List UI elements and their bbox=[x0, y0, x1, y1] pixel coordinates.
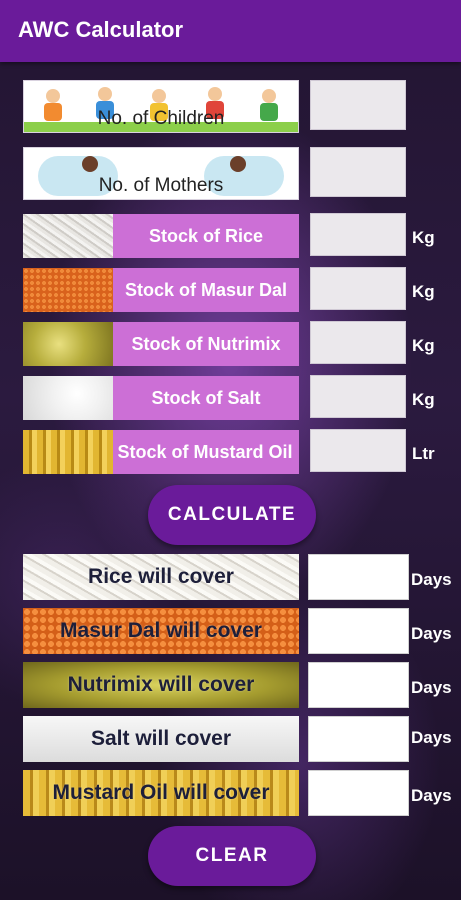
salt-result-label: Salt will cover bbox=[90, 727, 232, 750]
salt-stock-label: Stock of Salt bbox=[151, 387, 261, 408]
oil-stock-unit: Ltr bbox=[412, 444, 435, 463]
oil-stock-card: Stock of Mustard Oil bbox=[23, 430, 299, 474]
salt-result-unit: Days bbox=[411, 728, 452, 747]
mothers-label-card: No. of Mothers bbox=[23, 147, 299, 200]
rice-result-card: Rice will cover bbox=[23, 554, 299, 600]
dal-result-unit: Days bbox=[411, 624, 452, 643]
dal-result-card: Masur Dal will cover bbox=[23, 608, 299, 654]
dal-result-label: Masur Dal will cover bbox=[60, 619, 262, 642]
dal-stock-card: Stock of Masur Dal bbox=[23, 268, 299, 312]
nutrimix-stock-card: Stock of Nutrimix bbox=[23, 322, 299, 366]
rice-image bbox=[23, 214, 113, 258]
rice-result-unit: Days bbox=[411, 570, 452, 589]
rice-stock-unit: Kg bbox=[412, 228, 435, 247]
oil-stock-label: Stock of Mustard Oil bbox=[117, 441, 293, 462]
salt-stock-card: Stock of Salt bbox=[23, 376, 299, 420]
dal-stock-unit: Kg bbox=[412, 282, 435, 301]
oil-result-field bbox=[308, 770, 409, 816]
oil-stock-input[interactable] bbox=[310, 429, 406, 472]
oil-result-card: Mustard Oil will cover bbox=[23, 770, 299, 816]
oil-result-label: Mustard Oil will cover bbox=[52, 781, 270, 804]
children-label-card: No. of Children bbox=[23, 80, 299, 133]
salt-stock-unit: Kg bbox=[412, 390, 435, 409]
rice-result-field bbox=[308, 554, 409, 600]
children-input[interactable] bbox=[310, 80, 406, 130]
oil-result-unit: Days bbox=[411, 786, 452, 805]
nutrimix-result-field bbox=[308, 662, 409, 708]
rice-stock-input[interactable] bbox=[310, 213, 406, 256]
salt-result-field bbox=[308, 716, 409, 762]
dal-stock-input[interactable] bbox=[310, 267, 406, 310]
nutrimix-image bbox=[23, 322, 113, 366]
calculate-button[interactable]: CALCULATE bbox=[148, 485, 316, 545]
nutrimix-stock-input[interactable] bbox=[310, 321, 406, 364]
nutrimix-result-label: Nutrimix will cover bbox=[67, 673, 255, 696]
mothers-label: No. of Mothers bbox=[98, 175, 224, 196]
mothers-input[interactable] bbox=[310, 147, 406, 197]
mustard-oil-image bbox=[23, 430, 113, 474]
salt-stock-input[interactable] bbox=[310, 375, 406, 418]
app-title: AWC Calculator bbox=[18, 17, 184, 42]
app-bar: AWC Calculator bbox=[0, 0, 461, 62]
rice-result-label: Rice will cover bbox=[88, 565, 234, 588]
nutrimix-result-unit: Days bbox=[411, 678, 452, 697]
children-label: No. of Children bbox=[97, 108, 225, 129]
rice-stock-card: Stock of Rice bbox=[23, 214, 299, 258]
dal-result-field bbox=[308, 608, 409, 654]
salt-image bbox=[23, 376, 113, 420]
dal-stock-label: Stock of Masur Dal bbox=[124, 279, 288, 300]
nutrimix-stock-label: Stock of Nutrimix bbox=[131, 333, 281, 354]
clear-button[interactable]: CLEAR bbox=[148, 826, 316, 886]
rice-stock-label: Stock of Rice bbox=[148, 225, 264, 246]
nutrimix-result-card: Nutrimix will cover bbox=[23, 662, 299, 708]
salt-result-card: Salt will cover bbox=[23, 716, 299, 762]
masur-dal-image bbox=[23, 268, 113, 312]
nutrimix-stock-unit: Kg bbox=[412, 336, 435, 355]
